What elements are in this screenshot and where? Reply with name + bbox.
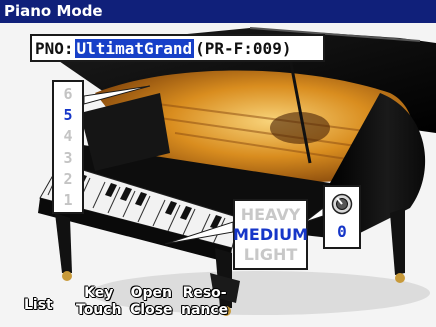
key-touch-level: 4 xyxy=(63,127,73,146)
open-close-button[interactable]: Open Close xyxy=(130,285,173,319)
screen-title: Piano Mode xyxy=(4,2,103,20)
program-prefix: PNO: xyxy=(35,38,74,58)
key-touch-button[interactable]: Key Touch xyxy=(76,285,122,319)
resonance-value: 0 xyxy=(337,221,347,241)
key-touch-level: 1 xyxy=(63,190,73,209)
key-touch-scale[interactable]: 6 5 4 3 2 1 xyxy=(52,80,84,214)
resonance-control[interactable]: 0 xyxy=(323,185,361,249)
lid-position-selector[interactable]: HEAVY MEDIUM LIGHT xyxy=(233,199,308,270)
title-bar: Piano Mode xyxy=(0,0,436,23)
key-touch-label-line2: Touch xyxy=(76,302,122,318)
key-touch-level-selected: 5 xyxy=(63,106,73,125)
open-close-label-line1: Open xyxy=(130,285,172,301)
lid-option-light: LIGHT xyxy=(243,244,298,264)
program-code: (PR-F:009) xyxy=(195,38,292,58)
lid-option-medium-selected: MEDIUM xyxy=(233,224,308,244)
knob-icon xyxy=(331,194,353,215)
lid-option-heavy: HEAVY xyxy=(240,204,301,224)
key-touch-label-line1: Key xyxy=(84,285,114,301)
resonance-label-line1: Reso- xyxy=(182,285,227,301)
open-close-label-line2: Close xyxy=(130,302,173,318)
key-touch-level: 2 xyxy=(63,169,73,188)
list-label: List xyxy=(24,297,53,313)
piano-mode-screen: Piano Mode PNO: UltimatGrand (PR-F:009) … xyxy=(0,0,436,327)
list-button[interactable]: List xyxy=(24,297,53,314)
key-touch-level: 6 xyxy=(63,85,73,104)
key-touch-level: 3 xyxy=(63,148,73,167)
program-name-selected[interactable]: UltimatGrand xyxy=(74,38,195,58)
resonance-button[interactable]: Reso- nance xyxy=(181,285,228,319)
resonance-label-line2: nance xyxy=(181,302,229,318)
program-name-field[interactable]: PNO: UltimatGrand (PR-F:009) xyxy=(30,34,325,62)
